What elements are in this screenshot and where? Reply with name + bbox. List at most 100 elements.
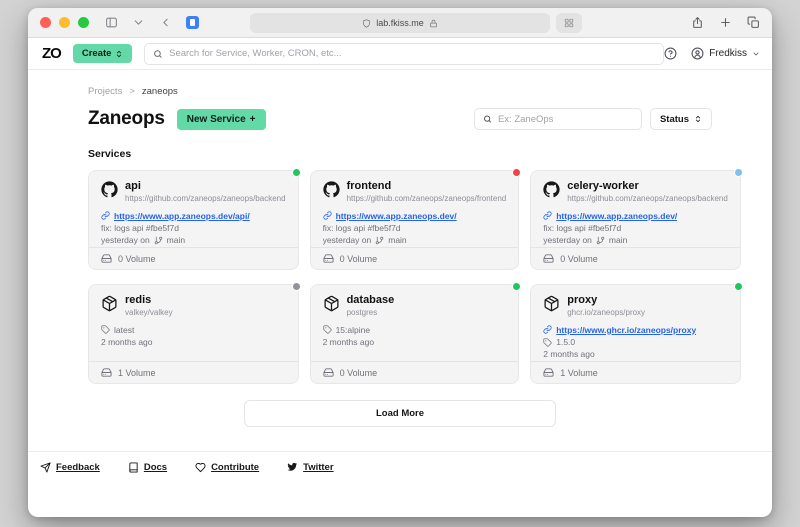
heart-hand-icon [195,462,206,473]
hard-drive-icon [323,253,334,264]
services-grid: api https://github.com/zaneops/zaneops/b… [88,170,712,384]
tab-group-chevron-icon[interactable] [132,16,145,29]
help-button[interactable] [664,47,677,60]
service-commit: fix: logs api #fbe5f7d [101,222,286,234]
service-card[interactable]: proxy ghcr.io/zaneops/proxy https://www.… [530,284,741,384]
service-url-link[interactable]: https://www.app.zaneops.dev/api/ [101,210,286,222]
sidebar-toggle-icon[interactable] [105,16,118,29]
service-volume-count: 0 Volume [340,368,378,378]
status-filter-button[interactable]: Status [650,108,712,130]
service-url: https://www.ghcr.io/zaneops/proxy [556,324,696,336]
service-source: https://github.com/zaneops/zaneops/backe… [125,194,286,203]
lock-icon [429,19,438,28]
breadcrumb-current[interactable]: zaneops [142,86,178,97]
footer-link-twitter[interactable]: Twitter [287,462,333,473]
service-name: database [347,294,395,307]
load-more-button[interactable]: Load More [244,400,556,427]
service-status-dot [734,168,743,177]
hard-drive-icon [543,367,554,378]
tag-icon [323,325,332,334]
hard-drive-icon [101,367,112,378]
service-status-dot [512,168,521,177]
chevron-down-icon [752,50,760,58]
package-icon [323,295,340,312]
service-source: ghcr.io/zaneops/proxy [567,308,645,317]
git-branch-icon [596,236,605,245]
book-icon [128,462,139,473]
user-name: Fredkiss [709,48,747,59]
service-tag-row: 15:alpine [323,324,507,336]
service-volumes: 1 Volume [89,361,298,383]
search-icon [483,114,492,124]
service-tag-row: latest [101,324,286,336]
search-icon [153,49,163,59]
service-deploy-time: yesterday on [101,234,150,246]
browser-window: lab.fkiss.me ZO Create [28,8,772,517]
traffic-lights [40,17,89,28]
service-card[interactable]: api https://github.com/zaneops/zaneops/b… [88,170,299,270]
footer-link-docs[interactable]: Docs [128,462,167,473]
footer-link-contribute[interactable]: Contribute [195,462,259,473]
privacy-shield-icon [362,19,371,28]
share-icon[interactable] [691,16,704,29]
service-commit: fix: logs api #fbe5f7d [543,222,728,234]
service-branch: main [609,234,627,246]
global-search[interactable] [144,43,664,65]
breadcrumb-projects[interactable]: Projects [88,86,122,97]
twitter-icon [287,462,298,473]
footer-link-feedback[interactable]: Feedback [40,462,100,473]
tab-overview-icon[interactable] [747,16,760,29]
service-tag: 1.5.0 [556,336,575,348]
service-updated: 2 months ago [323,336,507,348]
service-name: frontend [347,180,507,193]
git-branch-icon [375,236,384,245]
service-volume-count: 0 Volume [118,254,156,264]
service-card[interactable]: frontend https://github.com/zaneops/zane… [310,170,520,270]
package-icon [543,295,560,312]
service-url-link[interactable]: https://www.app.zaneops.dev/ [323,210,507,222]
zoom-window-icon[interactable] [78,17,89,28]
service-volumes: 1 Volume [531,361,740,383]
service-card[interactable]: celery-worker https://github.com/zaneops… [530,170,741,270]
service-volume-count: 0 Volume [560,254,598,264]
service-source: https://github.com/zaneops/zaneops/backe… [567,194,728,203]
github-icon [101,181,118,198]
github-icon [543,181,560,198]
zaneops-logo[interactable]: ZO [42,45,61,62]
service-card[interactable]: redis valkey/valkey latest 2 months ago … [88,284,299,384]
new-service-button[interactable]: New Service + [177,109,266,130]
service-volumes: 0 Volume [531,247,740,269]
service-filter[interactable] [474,108,642,130]
main-content: Projects > zaneops Zaneops New Service +… [28,86,772,427]
service-deploy-time: yesterday on [543,234,592,246]
service-tag: 15:alpine [336,324,371,336]
user-menu[interactable]: Fredkiss [691,47,760,60]
new-tab-icon[interactable] [719,16,732,29]
service-source: valkey/valkey [125,308,173,317]
extensions-popup-button[interactable] [556,13,582,33]
back-button-icon[interactable] [159,16,172,29]
github-icon [323,181,340,198]
minimize-window-icon[interactable] [59,17,70,28]
service-card[interactable]: database postgres 15:alpine 2 months ago… [310,284,520,384]
service-name: celery-worker [567,180,728,193]
service-url-link[interactable]: https://www.ghcr.io/zaneops/proxy [543,324,728,336]
address-bar[interactable]: lab.fkiss.me [250,13,550,33]
create-button[interactable]: Create [73,44,133,63]
close-window-icon[interactable] [40,17,51,28]
breadcrumb: Projects > zaneops [88,86,712,97]
service-url-link[interactable]: https://www.app.zaneops.dev/ [543,210,728,222]
service-name: proxy [567,294,645,307]
service-filter-input[interactable] [498,114,633,125]
service-name: redis [125,294,173,307]
user-avatar-icon [691,47,704,60]
service-status-dot [734,282,743,291]
global-search-input[interactable] [169,48,655,59]
service-status-dot [292,282,301,291]
app-header: ZO Create Fredkiss [28,38,772,70]
extension-icon[interactable] [186,16,199,29]
chevrons-up-down-icon [694,115,702,123]
service-name: api [125,180,286,193]
link-icon [543,325,552,334]
link-icon [543,211,552,220]
